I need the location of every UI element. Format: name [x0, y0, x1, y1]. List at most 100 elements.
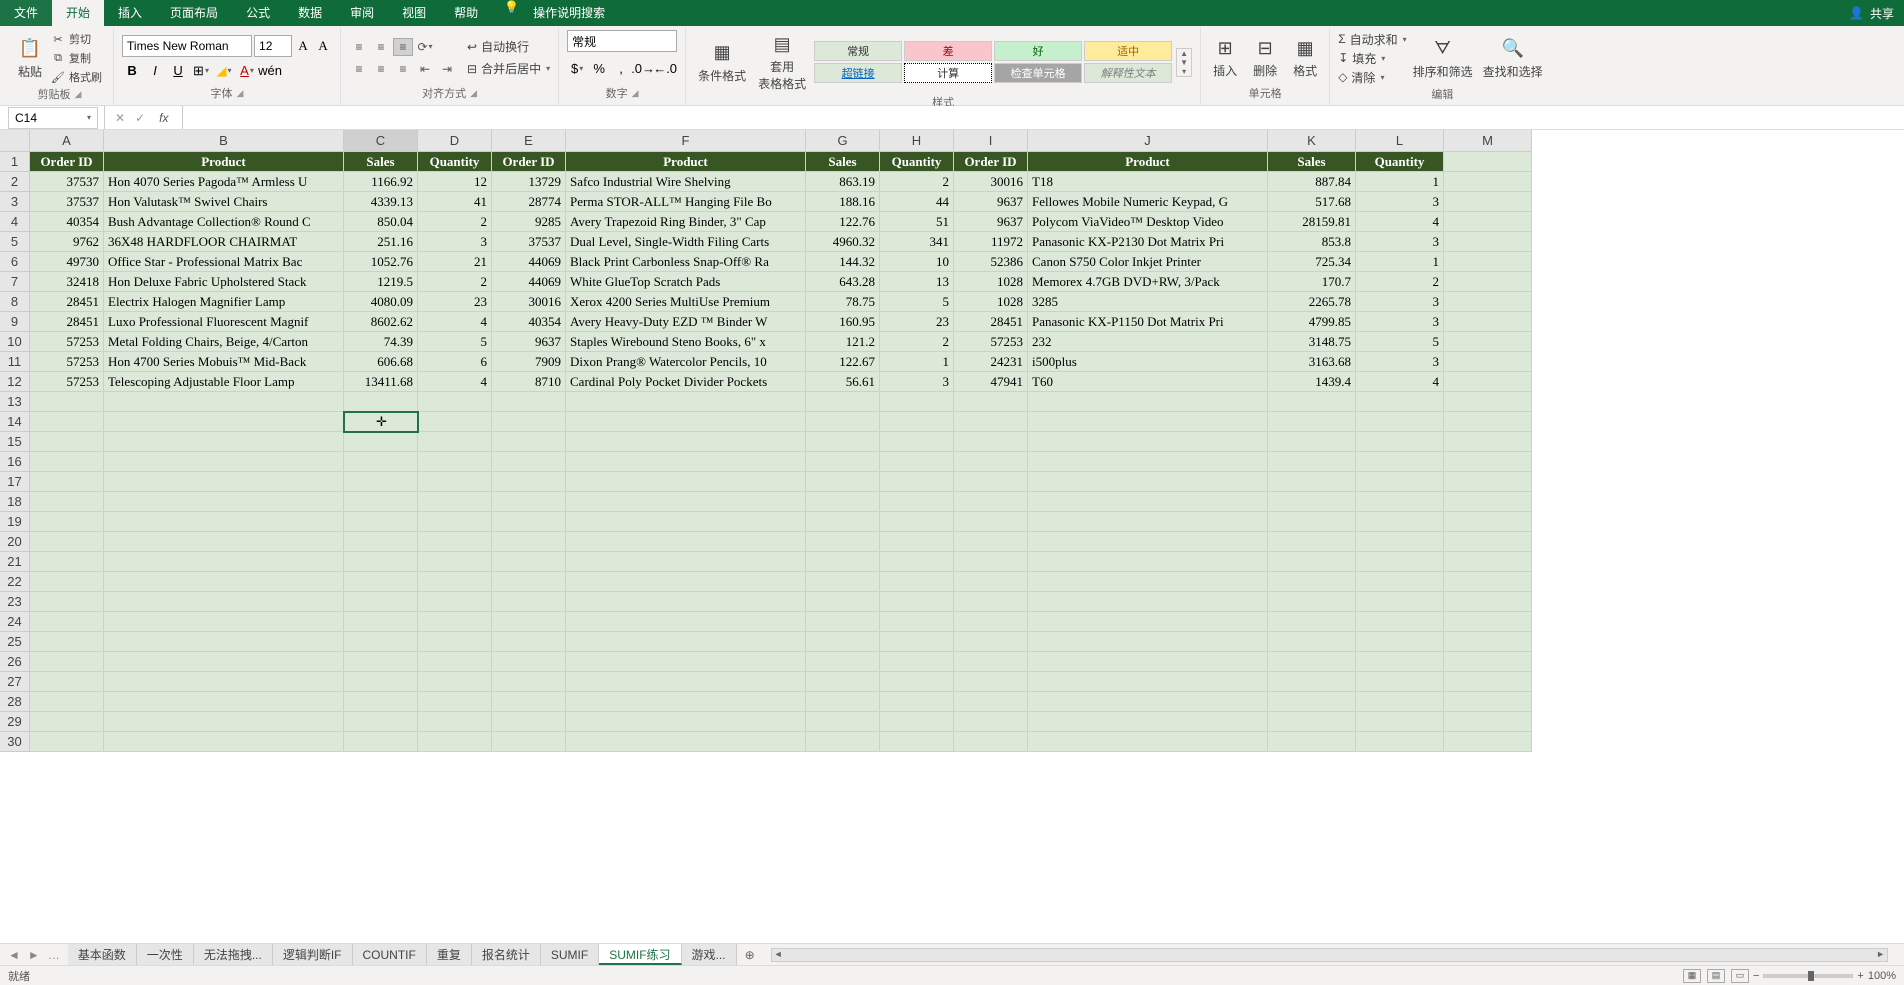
cell-H28[interactable]: [880, 692, 954, 712]
cell-J19[interactable]: [1028, 512, 1268, 532]
cell-A13[interactable]: [30, 392, 104, 412]
cell-K30[interactable]: [1268, 732, 1356, 752]
row-header-22[interactable]: 22: [0, 572, 30, 592]
cell-styles-gallery[interactable]: 常规 差 好 适中 超链接 计算 检查单元格 解释性文本: [814, 41, 1172, 83]
cell-C5[interactable]: 251.16: [344, 232, 418, 252]
zoom-out-button[interactable]: −: [1753, 970, 1759, 982]
sheet-tab-6[interactable]: 报名统计: [472, 944, 541, 965]
cell-K8[interactable]: 2265.78: [1268, 292, 1356, 312]
cell-F1[interactable]: Product: [566, 152, 806, 172]
cell-L20[interactable]: [1356, 532, 1444, 552]
font-grow-button[interactable]: A: [294, 35, 312, 57]
cell-H25[interactable]: [880, 632, 954, 652]
cell-B7[interactable]: Hon Deluxe Fabric Upholstered Stack: [104, 272, 344, 292]
cell-I10[interactable]: 57253: [954, 332, 1028, 352]
cell-J6[interactable]: Canon S750 Color Inkjet Printer: [1028, 252, 1268, 272]
cell-J21[interactable]: [1028, 552, 1268, 572]
cell-F6[interactable]: Black Print Carbonless Snap-Off® Ra: [566, 252, 806, 272]
cell-F3[interactable]: Perma STOR-ALL™ Hanging File Bo: [566, 192, 806, 212]
sheet-tab-4[interactable]: COUNTIF: [353, 944, 427, 965]
zoom-value[interactable]: 100%: [1868, 970, 1896, 982]
cell-A3[interactable]: 37537: [30, 192, 104, 212]
cell-J10[interactable]: 232: [1028, 332, 1268, 352]
cell-M13[interactable]: [1444, 392, 1532, 412]
font-color-button[interactable]: A: [237, 61, 257, 81]
cell-J3[interactable]: Fellowes Mobile Numeric Keypad, G: [1028, 192, 1268, 212]
cell-E7[interactable]: 44069: [492, 272, 566, 292]
align-center-button[interactable]: ≡: [371, 60, 391, 78]
col-header-M[interactable]: M: [1444, 130, 1532, 152]
cell-C23[interactable]: [344, 592, 418, 612]
cell-B22[interactable]: [104, 572, 344, 592]
cell-G7[interactable]: 643.28: [806, 272, 880, 292]
cell-K20[interactable]: [1268, 532, 1356, 552]
cell-H15[interactable]: [880, 432, 954, 452]
cell-M16[interactable]: [1444, 452, 1532, 472]
cell-M7[interactable]: [1444, 272, 1532, 292]
cell-H23[interactable]: [880, 592, 954, 612]
find-select-button[interactable]: 🔍查找和选择: [1479, 35, 1547, 82]
cell-J17[interactable]: [1028, 472, 1268, 492]
accounting-format-button[interactable]: $: [567, 58, 587, 78]
cell-K15[interactable]: [1268, 432, 1356, 452]
cell-I23[interactable]: [954, 592, 1028, 612]
cell-I26[interactable]: [954, 652, 1028, 672]
underline-button[interactable]: U: [168, 61, 188, 81]
col-header-I[interactable]: I: [954, 130, 1028, 152]
cell-E28[interactable]: [492, 692, 566, 712]
cell-M14[interactable]: [1444, 412, 1532, 432]
cell-G15[interactable]: [806, 432, 880, 452]
cell-J28[interactable]: [1028, 692, 1268, 712]
cell-J20[interactable]: [1028, 532, 1268, 552]
cell-F27[interactable]: [566, 672, 806, 692]
cell-L3[interactable]: 3: [1356, 192, 1444, 212]
cell-H10[interactable]: 2: [880, 332, 954, 352]
cell-J15[interactable]: [1028, 432, 1268, 452]
zoom-in-button[interactable]: +: [1857, 970, 1863, 982]
cell-K12[interactable]: 1439.4: [1268, 372, 1356, 392]
cell-J29[interactable]: [1028, 712, 1268, 732]
cell-M1[interactable]: [1444, 152, 1532, 172]
cell-C4[interactable]: 850.04: [344, 212, 418, 232]
row-header-24[interactable]: 24: [0, 612, 30, 632]
row-header-19[interactable]: 19: [0, 512, 30, 532]
row-header-2[interactable]: 2: [0, 172, 30, 192]
cell-K13[interactable]: [1268, 392, 1356, 412]
cell-L29[interactable]: [1356, 712, 1444, 732]
tab-home[interactable]: 开始: [52, 0, 104, 26]
cell-F5[interactable]: Dual Level, Single-Width Filing Carts: [566, 232, 806, 252]
cell-M25[interactable]: [1444, 632, 1532, 652]
row-header-13[interactable]: 13: [0, 392, 30, 412]
cell-D23[interactable]: [418, 592, 492, 612]
cell-C1[interactable]: Sales: [344, 152, 418, 172]
align-middle-button[interactable]: ≡: [371, 38, 391, 56]
cell-C10[interactable]: 74.39: [344, 332, 418, 352]
decrease-decimal-button[interactable]: ←.0: [655, 58, 675, 78]
tab-review[interactable]: 审阅: [336, 0, 388, 26]
cell-B3[interactable]: Hon Valutask™ Swivel Chairs: [104, 192, 344, 212]
cell-A16[interactable]: [30, 452, 104, 472]
cell-M2[interactable]: [1444, 172, 1532, 192]
cell-F18[interactable]: [566, 492, 806, 512]
cell-A5[interactable]: 9762: [30, 232, 104, 252]
row-header-26[interactable]: 26: [0, 652, 30, 672]
cell-D22[interactable]: [418, 572, 492, 592]
sheet-tab-2[interactable]: 无法拖拽...: [194, 944, 273, 965]
cell-I15[interactable]: [954, 432, 1028, 452]
cell-E29[interactable]: [492, 712, 566, 732]
cell-I30[interactable]: [954, 732, 1028, 752]
row-header-28[interactable]: 28: [0, 692, 30, 712]
cell-E14[interactable]: [492, 412, 566, 432]
cell-L5[interactable]: 3: [1356, 232, 1444, 252]
cell-E9[interactable]: 40354: [492, 312, 566, 332]
cell-G6[interactable]: 144.32: [806, 252, 880, 272]
paste-button[interactable]: 📋 粘贴: [14, 35, 46, 82]
cell-L10[interactable]: 5: [1356, 332, 1444, 352]
cell-D19[interactable]: [418, 512, 492, 532]
sheet-tab-1[interactable]: 一次性: [137, 944, 194, 965]
cell-K5[interactable]: 853.8: [1268, 232, 1356, 252]
cell-L16[interactable]: [1356, 452, 1444, 472]
row-header-4[interactable]: 4: [0, 212, 30, 232]
cell-F29[interactable]: [566, 712, 806, 732]
cell-M19[interactable]: [1444, 512, 1532, 532]
